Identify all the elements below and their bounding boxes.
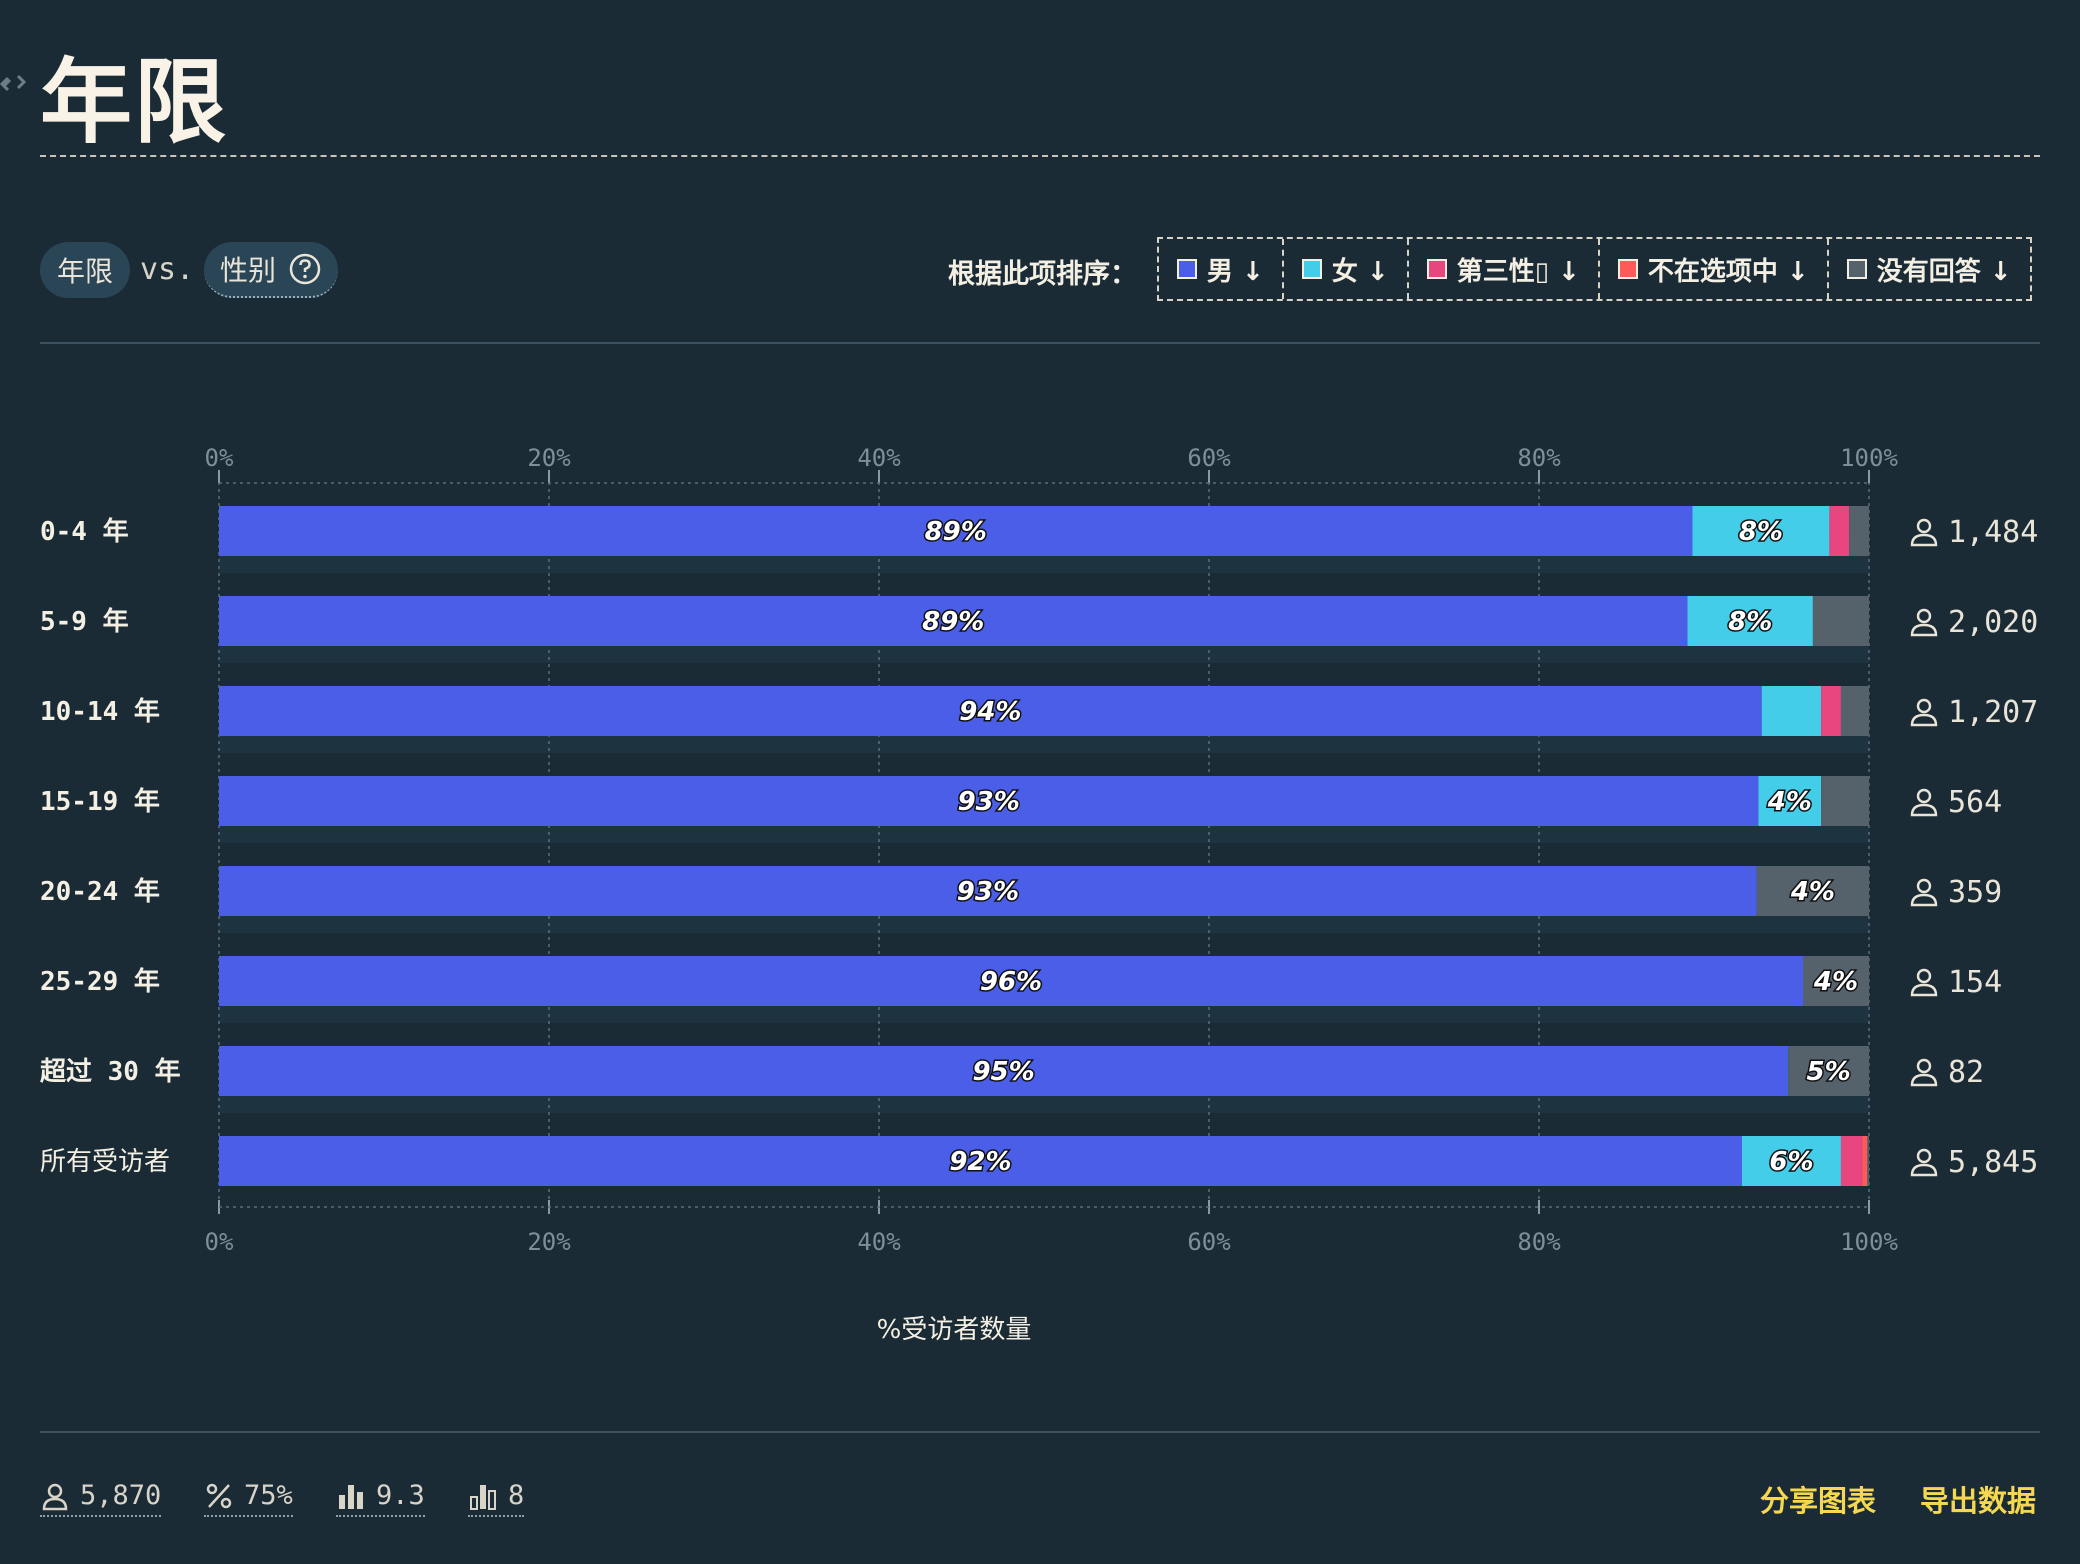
share-chart-link[interactable]: 分享图表 <box>1760 1478 1876 1520</box>
person-icon <box>1910 623 1938 637</box>
data-label: 8% <box>1739 517 1783 547</box>
row-count: 564 <box>1948 785 2002 820</box>
x-tick-label-top: 60% <box>1187 444 1231 472</box>
bars-value: 8 <box>508 1480 525 1511</box>
person-icon <box>1916 608 1932 624</box>
person-icon <box>1910 983 1938 997</box>
data-label: 94% <box>959 697 1021 727</box>
x-tick-label-top: 40% <box>857 444 901 472</box>
row-label: 超过 30 年 <box>40 1056 181 1087</box>
column-chart-icon <box>470 1484 496 1510</box>
person-icon <box>1916 698 1932 714</box>
bar-segment-1 <box>1761 686 1822 736</box>
person-icon <box>1916 968 1932 984</box>
row-count: 359 <box>1948 875 2002 910</box>
bar-segment-2 <box>1840 1136 1863 1186</box>
bars-stat[interactable]: 8 <box>468 1480 525 1517</box>
bar-segment-2 <box>1829 506 1850 556</box>
person-icon <box>1910 1163 1938 1177</box>
bar-chart-icon <box>339 1484 363 1509</box>
data-label: 96% <box>980 967 1042 997</box>
percent-value: 75% <box>244 1480 293 1511</box>
person-icon <box>1910 893 1938 907</box>
person-icon <box>1910 533 1938 547</box>
row-label: 5-9 年 <box>40 606 129 637</box>
person-icon <box>1916 1148 1932 1164</box>
person-icon <box>1916 878 1932 894</box>
x-tick-label-bottom: 0% <box>205 1228 234 1256</box>
row-label: 0-4 年 <box>40 516 129 547</box>
person-icon <box>1910 803 1938 817</box>
person-icon <box>1916 788 1932 804</box>
x-tick-label-top: 0% <box>205 444 234 472</box>
row-count: 82 <box>1948 1055 1984 1090</box>
row-count: 154 <box>1948 965 2002 1000</box>
bar-segment-4 <box>1849 506 1869 556</box>
percent-icon <box>206 1483 232 1508</box>
respondents-value: 5,870 <box>80 1480 162 1511</box>
data-label: 4% <box>1790 877 1835 907</box>
data-label: 6% <box>1769 1147 1813 1177</box>
score-value: 9.3 <box>376 1480 425 1511</box>
person-icon <box>1916 1058 1932 1074</box>
person-icon <box>1916 518 1932 534</box>
x-tick-label-bottom: 40% <box>857 1228 901 1256</box>
data-label: 4% <box>1813 967 1858 997</box>
x-tick-label-bottom: 20% <box>527 1228 571 1256</box>
data-label: 4% <box>1767 787 1812 817</box>
bar-segment-3 <box>1862 1136 1868 1186</box>
respondents-stat[interactable]: 5,870 <box>40 1480 162 1517</box>
data-label: 93% <box>957 877 1019 907</box>
bar-segment-4 <box>1812 596 1869 646</box>
export-data-link[interactable]: 导出数据 <box>1920 1478 2036 1520</box>
row-count: 2,020 <box>1948 605 2038 640</box>
data-label: 93% <box>958 787 1020 817</box>
stacked-bar-chart: 0% 0% 20% 20% 40% 40% 60% 60% 80% 80% 100% 100% 0-4 … <box>40 444 2038 1345</box>
row-count: 1,207 <box>1948 695 2038 730</box>
x-tick-label-top: 100% <box>1840 444 1898 472</box>
x-tick-label-bottom: 80% <box>1517 1228 1561 1256</box>
x-axis-title: %受访者数量 <box>877 1315 1032 1345</box>
footer-divider <box>40 1431 2040 1433</box>
person-icon <box>1910 713 1938 727</box>
percent-stat[interactable]: 75% <box>204 1480 293 1517</box>
data-label: 89% <box>925 517 987 547</box>
row-label: 15-19 年 <box>40 786 160 817</box>
x-tick-label-bottom: 100% <box>1840 1228 1898 1256</box>
data-label: 8% <box>1728 607 1772 637</box>
x-tick-label-bottom: 60% <box>1187 1228 1231 1256</box>
bar-segment-4 <box>1867 1136 1869 1186</box>
bar-segment-4 <box>1840 686 1869 736</box>
bar-segment-2 <box>1821 686 1841 736</box>
row-label: 所有受访者 <box>40 1147 170 1177</box>
data-label: 95% <box>972 1057 1034 1087</box>
person-icon <box>42 1483 68 1510</box>
score-stat[interactable]: 9.3 <box>336 1480 425 1517</box>
data-label: 5% <box>1806 1057 1850 1087</box>
x-tick-label-top: 20% <box>527 444 571 472</box>
x-tick-label-top: 80% <box>1517 444 1561 472</box>
row-label: 25-29 年 <box>40 966 160 997</box>
person-icon <box>1910 1073 1938 1087</box>
data-label: 92% <box>949 1147 1011 1177</box>
bar-segment-4 <box>1821 776 1869 826</box>
row-count: 1,484 <box>1948 515 2038 550</box>
data-label: 89% <box>922 607 984 637</box>
row-label: 20-24 年 <box>40 876 160 907</box>
row-label: 10-14 年 <box>40 696 160 727</box>
row-count: 5,845 <box>1948 1145 2038 1180</box>
